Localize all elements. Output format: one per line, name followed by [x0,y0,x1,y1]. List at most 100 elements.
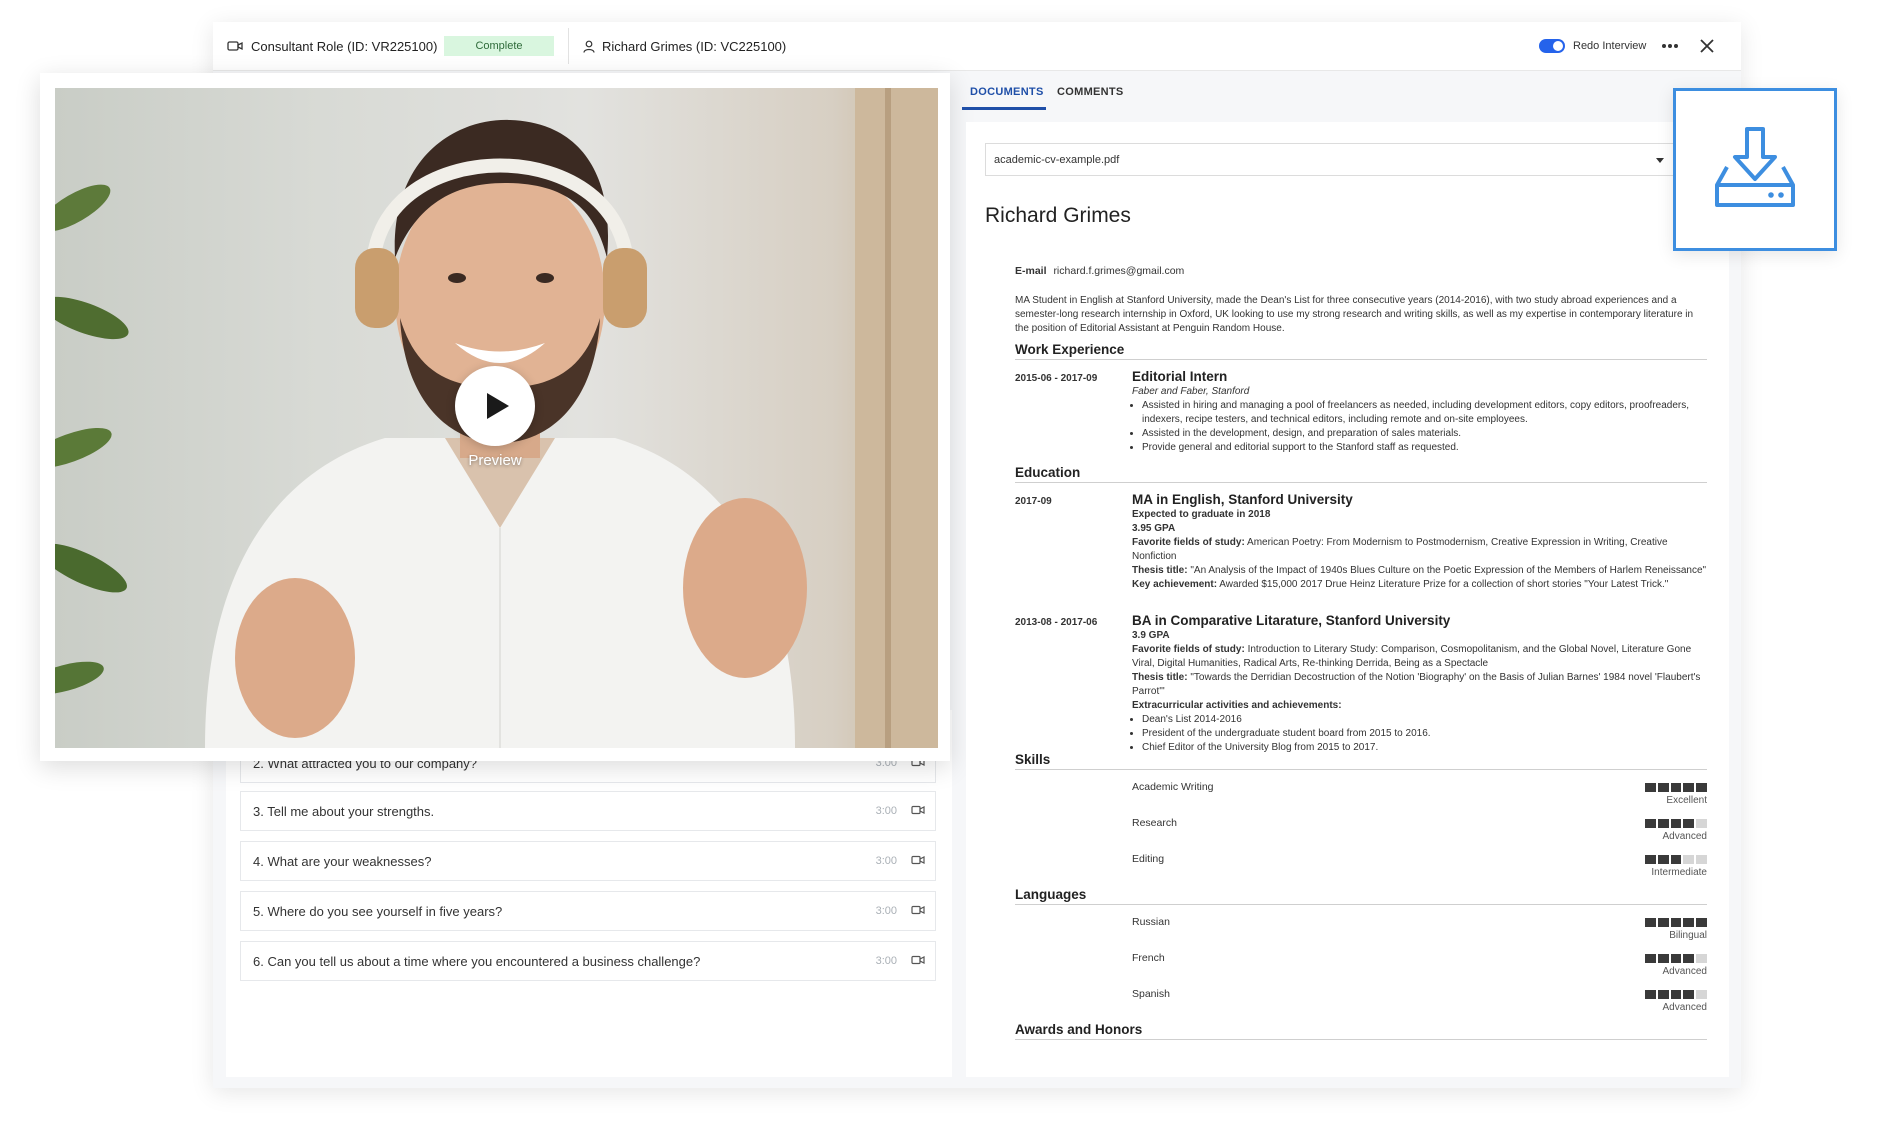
rating-block [1657,954,1669,963]
rating-block [1683,990,1695,999]
cv-name: Richard Grimes [985,204,1131,227]
rating-block [1683,918,1695,927]
redo-label: Redo Interview [1573,40,1647,52]
question-time: 3:00 [875,805,897,817]
edu2-extra-label: Extracurricular activities and achieveme… [1132,700,1342,711]
thesis-label: Thesis title: [1132,672,1188,683]
user-icon [583,40,595,53]
skill-name: Editing [1132,853,1165,865]
edu1-key: Key achievement: Awarded $15,000 2017 Dr… [1132,578,1707,592]
rating-block [1683,954,1695,963]
work-entry: Editorial Intern Faber and Faber, Stanfo… [1132,368,1707,455]
fav-label: Favorite fields of study: [1132,537,1245,548]
close-button[interactable] [1700,22,1714,70]
video-camera-icon [227,41,243,51]
rating-block [1696,783,1707,792]
section-work-experience: Work Experience [1015,342,1707,360]
thesis-label: Thesis title: [1132,565,1188,576]
skill-name: Research [1132,817,1177,829]
edu2-thesis: Thesis title: "Towards the Derridian Dec… [1132,671,1707,699]
rating-block [1670,855,1682,864]
question-time: 3:00 [875,955,897,967]
download-button[interactable] [1673,88,1837,251]
edu1-thesis: Thesis title: "An Analysis of the Impact… [1132,564,1707,578]
language-rating [1645,990,1707,999]
rating-block [1645,954,1656,963]
divider [568,28,569,64]
rating-block [1657,990,1669,999]
question-text: 5. Where do you see yourself in five yea… [253,903,503,919]
rating-block [1683,819,1695,828]
question-text: 3. Tell me about your strengths. [253,803,435,819]
question-text: 4. What are your weaknesses? [253,853,432,869]
question-row[interactable]: 5. Where do you see yourself in five yea… [240,891,936,931]
edu1-expected: Expected to graduate in 2018 [1132,509,1271,520]
edu2-dates: 2013-08 - 2017-06 [1015,617,1098,628]
tab-documents[interactable]: DOCUMENTS [970,86,1044,98]
play-button[interactable] [455,366,535,446]
rating-block [1696,819,1707,828]
top-bar: Consultant Role (ID: VR225100) Complete … [213,22,1741,71]
edu2-entry: BA in Comparative Litarature, Stanford U… [1132,612,1707,755]
edu2-fav: Favorite fields of study: Introduction t… [1132,643,1707,671]
question-row[interactable]: 4. What are your weaknesses? 3:00 [240,841,936,881]
rating-block [1696,990,1707,999]
list-item: Assisted in the development, design, and… [1142,427,1707,441]
cv-email: richard.f.grimes@gmail.com [1053,265,1185,277]
list-item: Provide general and editorial support to… [1142,441,1707,455]
work-bullets: Assisted in hiring and managing a pool o… [1132,399,1707,455]
rating-block [1670,990,1682,999]
rating-block [1645,783,1656,792]
download-icon [1715,127,1795,207]
language-level: Advanced [1662,966,1707,977]
candidate-label: Richard Grimes (ID: VC225100) [602,38,787,54]
cv-summary: MA Student in English at Stanford Univer… [1015,295,1694,334]
key-text: Awarded $15,000 2017 Drue Heinz Literatu… [1219,579,1669,590]
section-skills: Skills [1015,752,1707,770]
question-time: 3:00 [875,905,897,917]
rating-block [1683,855,1695,864]
fav-label: Favorite fields of study: [1132,644,1245,655]
rating-block [1683,783,1695,792]
skill-name: Academic Writing [1132,781,1214,793]
language-level: Advanced [1662,1002,1707,1013]
edu2-title: BA in Comparative Litarature, Stanford U… [1132,613,1451,628]
edu1-title: MA in English, Stanford University [1132,492,1353,507]
document-select-value: academic-cv-example.pdf [994,153,1120,166]
list-item: Dean's List 2014-2016 [1142,713,1707,727]
key-label: Key achievement: [1132,579,1218,590]
question-row[interactable]: 3. Tell me about your strengths. 3:00 [240,791,936,831]
skill-rating [1645,855,1707,864]
question-row[interactable]: 6. Can you tell us about a time where yo… [240,941,936,981]
rating-block [1670,918,1682,927]
section-education: Education [1015,465,1707,483]
tab-comments[interactable]: COMMENTS [1057,86,1124,98]
play-icon [487,393,509,419]
language-name: Russian [1132,916,1170,928]
rating-block [1657,855,1669,864]
document-select[interactable]: academic-cv-example.pdf [985,143,1675,176]
list-item: President of the undergraduate student b… [1142,727,1707,741]
role-info: Consultant Role (ID: VR225100) [227,22,437,70]
video-camera-icon [911,855,925,865]
section-awards: Awards and Honors [1015,1022,1707,1040]
rating-block [1657,819,1669,828]
language-rating [1645,954,1707,963]
edu1-gpa: 3.95 GPA [1132,523,1176,534]
rating-block [1657,783,1669,792]
thesis-text: "Towards the Derridian Decostruction of … [1132,672,1701,697]
thesis-text: "An Analysis of the Impact of 1940s Blue… [1190,565,1707,576]
redo-interview-toggle[interactable]: Redo Interview [1539,22,1646,70]
tab-active-indicator [962,107,1046,110]
caret-down-icon [1656,158,1664,163]
language-rating [1645,918,1707,927]
candidate-info: Richard Grimes (ID: VC225100) [583,22,786,70]
rating-block [1670,954,1682,963]
video-camera-icon [911,805,925,815]
rating-block [1645,918,1656,927]
status-badge-wrap: Complete [444,22,554,70]
rating-block [1645,990,1656,999]
toggle-switch[interactable] [1539,39,1565,53]
more-options-button[interactable] [1661,22,1679,70]
rating-block [1696,918,1707,927]
